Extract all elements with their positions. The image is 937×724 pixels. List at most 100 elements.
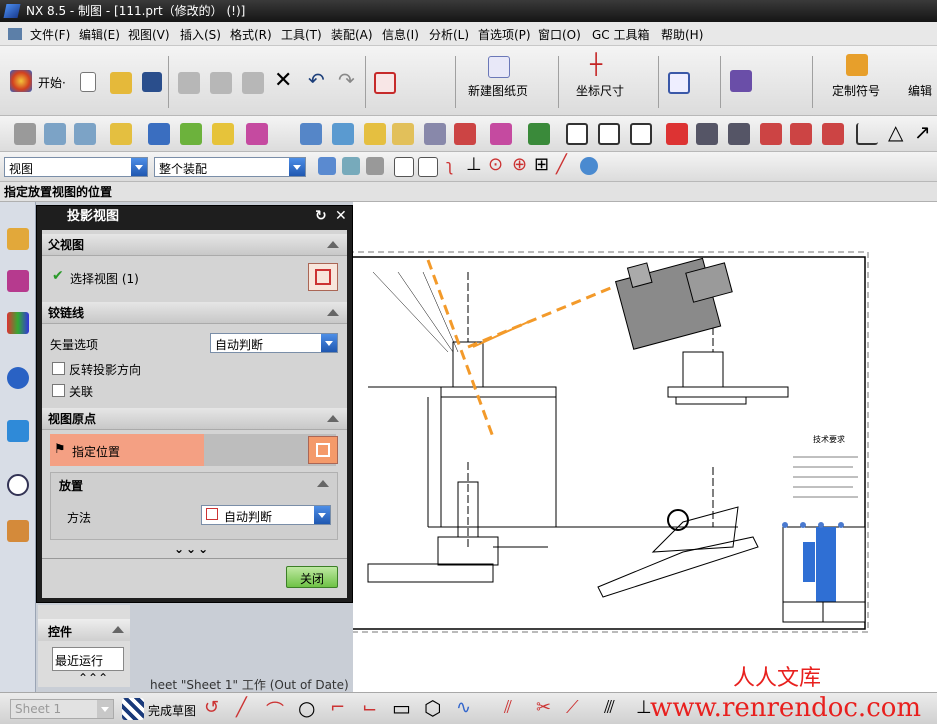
abc-view-icon[interactable] <box>246 123 268 145</box>
history-icon[interactable] <box>7 474 29 496</box>
frame-icon[interactable] <box>598 123 620 145</box>
reuse-library-icon[interactable] <box>7 312 29 334</box>
menu-file[interactable]: 文件(F) <box>30 26 70 43</box>
polygon-icon[interactable]: ⬡ <box>424 696 441 720</box>
assembly-scope-combo[interactable]: 整个装配 <box>154 157 306 177</box>
offset-curve-icon[interactable]: ⫽ <box>504 697 512 718</box>
web-browser-icon[interactable] <box>7 420 29 442</box>
view-origin-header[interactable]: 视图原点 <box>42 408 347 430</box>
specify-location-row[interactable]: ⚑ 指定位置 <box>50 434 336 466</box>
layer-icon[interactable] <box>44 123 66 145</box>
arc-icon[interactable]: ⌒ <box>266 697 284 723</box>
associative-checkbox[interactable] <box>52 384 65 397</box>
specify-location-button[interactable] <box>308 436 338 464</box>
parts-list-icon[interactable] <box>392 123 414 145</box>
intersection-icon[interactable]: ⊥ <box>466 154 482 175</box>
base-view-icon[interactable] <box>148 123 170 145</box>
rectangle-icon[interactable]: ▭ <box>392 696 411 720</box>
menu-preferences[interactable]: 首选项(P) <box>478 26 531 43</box>
cube-view-icon[interactable] <box>332 123 354 145</box>
menu-tools[interactable]: 工具(T) <box>281 26 322 43</box>
finish-sketch-icon[interactable] <box>122 698 144 720</box>
menu-information[interactable]: 信息(I) <box>382 26 419 43</box>
open-folder-icon[interactable] <box>110 72 132 94</box>
abc-dim-icon[interactable] <box>822 123 844 145</box>
vector-option-select[interactable]: 自动判断 <box>210 333 338 353</box>
window-menu-icon[interactable] <box>8 28 22 40</box>
drawing-canvas[interactable]: 技术要求 heet "Sheet 1" 工作 (Out of Date) 人人文… <box>150 202 937 692</box>
new-file-icon[interactable] <box>80 72 96 92</box>
chamfer-icon[interactable]: ⌙ <box>362 697 377 718</box>
projected-view-icon[interactable] <box>180 123 202 145</box>
circle-icon[interactable]: ○ <box>298 696 315 720</box>
tolerance-icon[interactable] <box>728 123 750 145</box>
dimension-icon[interactable] <box>760 123 782 145</box>
extend-icon[interactable]: ⟋ <box>566 697 579 718</box>
snap-icon[interactable] <box>318 157 336 175</box>
endpoint-icon[interactable] <box>394 157 414 177</box>
finish-sketch-button[interactable]: 完成草图 <box>148 702 196 719</box>
reverse-direction-checkbox[interactable] <box>52 362 65 375</box>
origin-icon[interactable] <box>528 123 550 145</box>
profile-icon[interactable]: ↺ <box>204 697 219 718</box>
selection-filter-icon[interactable] <box>374 72 396 94</box>
line-icon[interactable]: ╱ <box>236 697 247 718</box>
annotation-icon[interactable] <box>110 123 132 145</box>
point-constructor-icon[interactable] <box>580 157 598 175</box>
start-icon[interactable] <box>10 70 32 92</box>
spline-icon[interactable]: ∿ <box>456 697 471 718</box>
menu-analysis[interactable]: 分析(L) <box>429 26 469 43</box>
copy-icon[interactable] <box>210 72 232 94</box>
roles-icon[interactable] <box>7 520 29 542</box>
centerline-icon[interactable] <box>454 123 476 145</box>
coordinate-dimension-button[interactable]: 坐标尺寸 <box>576 82 624 99</box>
fit-symbol-icon[interactable] <box>696 123 718 145</box>
menu-window[interactable]: 窗口(O) <box>538 26 581 43</box>
customize-icon[interactable] <box>730 70 752 92</box>
info-icon[interactable] <box>7 367 29 389</box>
snap2-icon[interactable] <box>342 157 360 175</box>
new-sheet-icon[interactable] <box>488 56 510 78</box>
method-select[interactable]: 自动判断 <box>201 505 331 525</box>
select-view-button[interactable] <box>308 263 338 291</box>
assembly-navigator-icon[interactable] <box>7 228 29 250</box>
start-button[interactable]: 开始· <box>38 74 66 91</box>
snap3-icon[interactable] <box>366 157 384 175</box>
section-view-icon[interactable] <box>300 123 322 145</box>
expand-more-icon[interactable]: ⌃⌃⌃ <box>78 671 108 685</box>
menu-gc-toolbox[interactable]: GC 工具箱 <box>592 26 650 43</box>
sheet-combo[interactable]: Sheet 1 <box>10 699 114 719</box>
new-sheet-button[interactable]: 新建图纸页 <box>468 82 528 99</box>
custom-symbol-button[interactable]: 定制符号 <box>832 82 880 99</box>
close-button[interactable]: 关闭 <box>286 566 338 588</box>
balloon-icon[interactable] <box>424 123 446 145</box>
hinge-line-header[interactable]: 铰链线 <box>42 302 347 324</box>
menu-help[interactable]: 帮助(H) <box>661 26 703 43</box>
cut-icon[interactable] <box>178 72 200 94</box>
menu-insert[interactable]: 插入(S) <box>180 26 221 43</box>
menu-view[interactable]: 视图(V) <box>128 26 170 43</box>
custom-symbol-icon[interactable] <box>846 54 868 76</box>
menu-edit[interactable]: 编辑(E) <box>79 26 120 43</box>
break-view-icon[interactable] <box>630 123 652 145</box>
point-on-curve-icon[interactable]: ╱ <box>556 154 567 175</box>
abc-label-icon[interactable] <box>490 123 512 145</box>
redo-icon[interactable]: ↷ <box>338 68 355 92</box>
detail-view-icon[interactable] <box>212 123 234 145</box>
mirror-icon[interactable]: ⫻ <box>604 697 615 718</box>
existing-point-icon[interactable]: ⊞ <box>534 154 549 175</box>
fit-view-icon[interactable] <box>668 72 690 94</box>
paste-icon[interactable] <box>242 72 264 94</box>
view-type-combo[interactable]: 视图 <box>4 157 148 177</box>
save-icon[interactable] <box>142 72 162 92</box>
reset-icon[interactable]: ↻ <box>315 208 327 224</box>
fillet-icon[interactable]: ⌐ <box>330 697 345 718</box>
section-icon[interactable] <box>74 123 96 145</box>
close-icon[interactable]: ✕ <box>335 208 347 224</box>
control-point-icon[interactable]: ʅ <box>446 156 453 175</box>
menu-assembly[interactable]: 装配(A) <box>331 26 373 43</box>
select-view-label[interactable]: 选择视图 (1) <box>70 270 139 287</box>
quadrant-icon[interactable]: ⊕ <box>512 154 527 175</box>
linear-dim-icon[interactable] <box>790 123 812 145</box>
parent-view-header[interactable]: 父视图 <box>42 234 347 256</box>
